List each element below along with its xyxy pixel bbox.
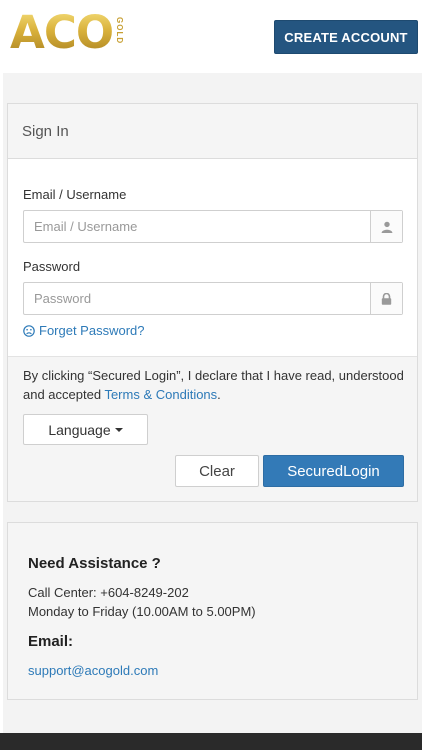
user-icon — [381, 221, 392, 233]
caret-down-icon — [114, 427, 123, 432]
assistance-title: Need Assistance ? — [28, 555, 161, 572]
header: ACO GOLD CREATE ACCOUNT — [0, 0, 422, 73]
signin-title: Sign In — [8, 104, 417, 159]
create-account-button[interactable]: CREATE ACCOUNT — [274, 20, 418, 54]
lock-icon — [381, 292, 392, 305]
language-dropdown[interactable]: Language — [23, 414, 148, 445]
aco-gold-logo[interactable]: ACO GOLD — [10, 8, 124, 58]
signin-form: Email / Username Password — [8, 159, 417, 357]
logo-text: ACO — [10, 6, 114, 59]
call-center-text: Call Center: +604-8249-202 — [28, 585, 189, 600]
email-input[interactable] — [24, 211, 370, 242]
email-input-group — [23, 210, 403, 243]
password-label: Password — [23, 259, 81, 274]
language-label: Language — [48, 421, 111, 438]
secured-login-button[interactable]: SecuredLogin — [263, 455, 404, 487]
assistance-panel: Need Assistance ? Call Center: +604-8249… — [7, 522, 418, 700]
email-label: Email / Username — [23, 187, 127, 202]
password-addon — [370, 283, 402, 314]
sad-face-icon — [23, 324, 35, 337]
terms-notice: By clicking “Secured Login”, I declare t… — [23, 366, 408, 404]
password-input-group — [23, 282, 403, 315]
logo-sub: GOLD — [115, 17, 125, 45]
signin-panel: Sign In Email / Username Password — [7, 103, 418, 502]
terms-link[interactable]: Terms & Conditions — [104, 387, 217, 402]
forget-password-link[interactable]: Forget Password? — [23, 323, 145, 338]
notice-end: . — [217, 387, 221, 402]
clear-button[interactable]: Clear — [175, 455, 259, 487]
support-email-link[interactable]: support@acogold.com — [28, 663, 158, 678]
footer-bar — [0, 733, 422, 750]
hours-text: Monday to Friday (10.00AM to 5.00PM) — [28, 604, 256, 619]
email-addon — [370, 211, 402, 242]
email-heading: Email: — [28, 633, 74, 650]
left-edge — [0, 0, 3, 750]
forget-password-label: Forget Password? — [39, 323, 145, 338]
password-input[interactable] — [24, 283, 370, 314]
